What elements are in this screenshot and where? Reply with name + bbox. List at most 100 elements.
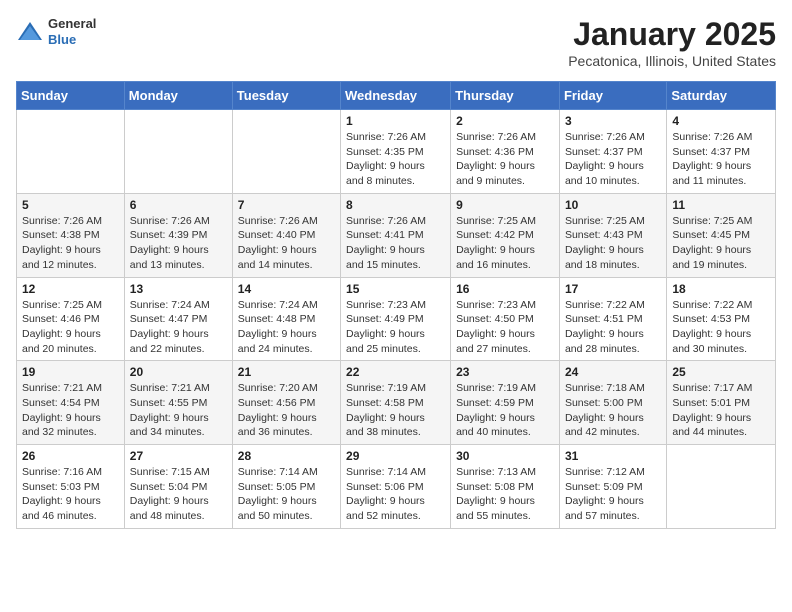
day-number: 9 (456, 198, 554, 212)
calendar-day-cell (17, 110, 125, 194)
day-number: 27 (130, 449, 227, 463)
calendar-day-cell: 23 Sunrise: 7:19 AM Sunset: 4:59 PM Dayli… (451, 361, 560, 445)
calendar-week-row: 26 Sunrise: 7:16 AM Sunset: 5:03 PM Dayli… (17, 445, 776, 529)
day-info: Sunrise: 7:26 AM Sunset: 4:40 PM Dayligh… (238, 214, 335, 273)
day-info: Sunrise: 7:25 AM Sunset: 4:42 PM Dayligh… (456, 214, 554, 273)
calendar-week-row: 1 Sunrise: 7:26 AM Sunset: 4:35 PM Daylig… (17, 110, 776, 194)
day-number: 15 (346, 282, 445, 296)
calendar-header-row: SundayMondayTuesdayWednesdayThursdayFrid… (17, 82, 776, 110)
calendar-day-cell: 9 Sunrise: 7:25 AM Sunset: 4:42 PM Daylig… (451, 193, 560, 277)
day-info: Sunrise: 7:22 AM Sunset: 4:51 PM Dayligh… (565, 298, 661, 357)
day-number: 11 (672, 198, 770, 212)
calendar-day-cell: 29 Sunrise: 7:14 AM Sunset: 5:06 PM Dayli… (341, 445, 451, 529)
calendar-day-cell: 6Sunrise: 7:26 AM Sunset: 4:39 PM Daylig… (124, 193, 232, 277)
day-info: Sunrise: 7:21 AM Sunset: 4:54 PM Dayligh… (22, 381, 119, 440)
day-info: Sunrise: 7:24 AM Sunset: 4:47 PM Dayligh… (130, 298, 227, 357)
day-info: Sunrise: 7:26 AM Sunset: 4:37 PM Dayligh… (672, 130, 770, 189)
calendar-day-cell (667, 445, 776, 529)
day-number: 1 (346, 114, 445, 128)
calendar-day-cell: 25 Sunrise: 7:17 AM Sunset: 5:01 PM Dayli… (667, 361, 776, 445)
calendar-day-cell: 27 Sunrise: 7:15 AM Sunset: 5:04 PM Dayli… (124, 445, 232, 529)
day-info: Sunrise: 7:26 AM Sunset: 4:38 PM Dayligh… (22, 214, 119, 273)
calendar-day-cell: 16Sunrise: 7:23 AM Sunset: 4:50 PM Dayli… (451, 277, 560, 361)
day-number: 16 (456, 282, 554, 296)
calendar-day-cell: 17 Sunrise: 7:22 AM Sunset: 4:51 PM Dayli… (559, 277, 666, 361)
logo-general: General (48, 16, 96, 32)
day-info: Sunrise: 7:25 AM Sunset: 4:46 PM Dayligh… (22, 298, 119, 357)
day-number: 4 (672, 114, 770, 128)
day-info: Sunrise: 7:26 AM Sunset: 4:41 PM Dayligh… (346, 214, 445, 273)
calendar-day-cell: 22 Sunrise: 7:19 AM Sunset: 4:58 PM Dayli… (341, 361, 451, 445)
title-block: January 2025 Pecatonica, Illinois, Unite… (568, 16, 776, 69)
page-title: January 2025 (568, 16, 776, 53)
day-info: Sunrise: 7:19 AM Sunset: 4:58 PM Dayligh… (346, 381, 445, 440)
day-info: Sunrise: 7:13 AM Sunset: 5:08 PM Dayligh… (456, 465, 554, 524)
calendar-day-cell: 3 Sunrise: 7:26 AM Sunset: 4:37 PM Daylig… (559, 110, 666, 194)
calendar-week-row: 19 Sunrise: 7:21 AM Sunset: 4:54 PM Dayli… (17, 361, 776, 445)
calendar-day-header: Saturday (667, 82, 776, 110)
day-info: Sunrise: 7:12 AM Sunset: 5:09 PM Dayligh… (565, 465, 661, 524)
day-number: 22 (346, 365, 445, 379)
day-info: Sunrise: 7:18 AM Sunset: 5:00 PM Dayligh… (565, 381, 661, 440)
page-subtitle: Pecatonica, Illinois, United States (568, 53, 776, 69)
day-number: 14 (238, 282, 335, 296)
logo: General Blue (16, 16, 96, 47)
day-info: Sunrise: 7:26 AM Sunset: 4:37 PM Dayligh… (565, 130, 661, 189)
calendar-week-row: 12Sunrise: 7:25 AM Sunset: 4:46 PM Dayli… (17, 277, 776, 361)
day-number: 28 (238, 449, 335, 463)
calendar-day-cell: 12Sunrise: 7:25 AM Sunset: 4:46 PM Dayli… (17, 277, 125, 361)
day-info: Sunrise: 7:16 AM Sunset: 5:03 PM Dayligh… (22, 465, 119, 524)
day-number: 17 (565, 282, 661, 296)
calendar-day-cell: 20Sunrise: 7:21 AM Sunset: 4:55 PM Dayli… (124, 361, 232, 445)
day-info: Sunrise: 7:23 AM Sunset: 4:49 PM Dayligh… (346, 298, 445, 357)
calendar-day-cell: 21Sunrise: 7:20 AM Sunset: 4:56 PM Dayli… (232, 361, 340, 445)
day-number: 26 (22, 449, 119, 463)
calendar-day-cell: 10Sunrise: 7:25 AM Sunset: 4:43 PM Dayli… (559, 193, 666, 277)
calendar-day-header: Thursday (451, 82, 560, 110)
day-number: 23 (456, 365, 554, 379)
calendar-day-header: Monday (124, 82, 232, 110)
day-info: Sunrise: 7:26 AM Sunset: 4:35 PM Dayligh… (346, 130, 445, 189)
day-info: Sunrise: 7:19 AM Sunset: 4:59 PM Dayligh… (456, 381, 554, 440)
calendar-day-cell: 11 Sunrise: 7:25 AM Sunset: 4:45 PM Dayli… (667, 193, 776, 277)
calendar-day-cell: 13 Sunrise: 7:24 AM Sunset: 4:47 PM Dayli… (124, 277, 232, 361)
day-number: 29 (346, 449, 445, 463)
calendar-day-cell: 15 Sunrise: 7:23 AM Sunset: 4:49 PM Dayli… (341, 277, 451, 361)
calendar-day-cell: 24 Sunrise: 7:18 AM Sunset: 5:00 PM Dayli… (559, 361, 666, 445)
day-info: Sunrise: 7:14 AM Sunset: 5:05 PM Dayligh… (238, 465, 335, 524)
day-info: Sunrise: 7:21 AM Sunset: 4:55 PM Dayligh… (130, 381, 227, 440)
day-number: 13 (130, 282, 227, 296)
calendar-day-cell (232, 110, 340, 194)
calendar-table: SundayMondayTuesdayWednesdayThursdayFrid… (16, 81, 776, 529)
day-number: 30 (456, 449, 554, 463)
day-info: Sunrise: 7:14 AM Sunset: 5:06 PM Dayligh… (346, 465, 445, 524)
day-info: Sunrise: 7:22 AM Sunset: 4:53 PM Dayligh… (672, 298, 770, 357)
calendar-day-cell: 14 Sunrise: 7:24 AM Sunset: 4:48 PM Dayli… (232, 277, 340, 361)
day-number: 25 (672, 365, 770, 379)
day-info: Sunrise: 7:24 AM Sunset: 4:48 PM Dayligh… (238, 298, 335, 357)
day-info: Sunrise: 7:15 AM Sunset: 5:04 PM Dayligh… (130, 465, 227, 524)
calendar-day-header: Friday (559, 82, 666, 110)
calendar-day-cell: 31 Sunrise: 7:12 AM Sunset: 5:09 PM Dayli… (559, 445, 666, 529)
calendar-day-header: Wednesday (341, 82, 451, 110)
day-info: Sunrise: 7:25 AM Sunset: 4:43 PM Dayligh… (565, 214, 661, 273)
day-number: 31 (565, 449, 661, 463)
day-info: Sunrise: 7:25 AM Sunset: 4:45 PM Dayligh… (672, 214, 770, 273)
calendar-day-cell: 18 Sunrise: 7:22 AM Sunset: 4:53 PM Dayli… (667, 277, 776, 361)
calendar-day-cell: 1 Sunrise: 7:26 AM Sunset: 4:35 PM Daylig… (341, 110, 451, 194)
day-number: 24 (565, 365, 661, 379)
day-number: 19 (22, 365, 119, 379)
calendar-day-cell: 30 Sunrise: 7:13 AM Sunset: 5:08 PM Dayli… (451, 445, 560, 529)
calendar-day-header: Sunday (17, 82, 125, 110)
calendar-day-cell: 28 Sunrise: 7:14 AM Sunset: 5:05 PM Dayli… (232, 445, 340, 529)
day-number: 6 (130, 198, 227, 212)
calendar-day-cell (124, 110, 232, 194)
page-header: General Blue January 2025 Pecatonica, Il… (16, 16, 776, 69)
day-number: 8 (346, 198, 445, 212)
day-number: 3 (565, 114, 661, 128)
calendar-week-row: 5Sunrise: 7:26 AM Sunset: 4:38 PM Daylig… (17, 193, 776, 277)
logo-icon (16, 18, 44, 46)
day-number: 18 (672, 282, 770, 296)
day-number: 21 (238, 365, 335, 379)
day-info: Sunrise: 7:17 AM Sunset: 5:01 PM Dayligh… (672, 381, 770, 440)
